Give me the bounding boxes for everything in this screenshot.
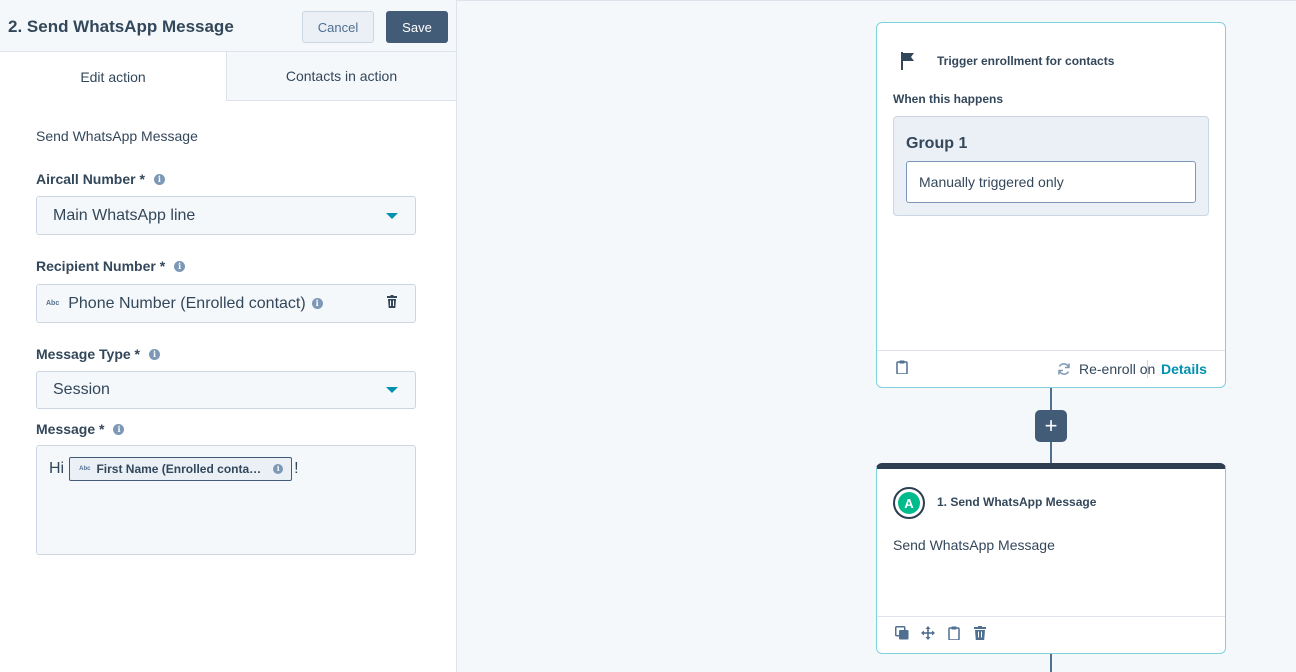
trigger-card-footer: Re-enroll on Details xyxy=(877,350,1225,387)
connector-line xyxy=(1050,442,1052,463)
message-type-dropdown[interactable]: Session xyxy=(36,371,416,409)
info-icon[interactable]: i xyxy=(149,348,161,360)
clipboard-icon[interactable] xyxy=(895,360,909,374)
recipient-number-field[interactable]: Abc Phone Number (Enrolled contact) i xyxy=(36,284,416,323)
text-type-icon: Abc xyxy=(46,300,60,307)
message-type-label: Message Type * i xyxy=(36,346,161,362)
connector-line xyxy=(1050,388,1052,410)
recipient-number-value: Phone Number (Enrolled contact) xyxy=(68,294,306,312)
tab-edit-action[interactable]: Edit action xyxy=(0,52,227,101)
action-card[interactable]: A 1. Send WhatsApp Message Send WhatsApp… xyxy=(876,463,1226,654)
message-suffix: ! xyxy=(294,460,299,477)
info-icon[interactable]: i xyxy=(311,298,323,309)
info-icon[interactable]: i xyxy=(174,260,186,272)
info-icon[interactable]: i xyxy=(153,173,165,185)
flag-icon xyxy=(901,52,914,70)
when-this-happens-label: When this happens xyxy=(893,92,1004,106)
details-link[interactable]: Details xyxy=(1161,361,1207,377)
aircall-logo-icon: A xyxy=(893,487,925,519)
recipient-number-label-text: Recipient Number * xyxy=(36,258,166,274)
chevron-down-icon xyxy=(386,212,398,219)
message-type-value: Session xyxy=(53,381,110,398)
trash-icon[interactable] xyxy=(973,626,987,640)
message-label-text: Message * xyxy=(36,421,105,437)
panel-header: 2. Send WhatsApp Message Cancel Save xyxy=(0,0,456,52)
info-icon[interactable]: i xyxy=(273,464,284,474)
clipboard-icon[interactable] xyxy=(947,626,961,640)
connector-line xyxy=(1050,654,1052,672)
filter-group: Group 1 Manually triggered only xyxy=(893,116,1209,216)
workflow-canvas: Trigger enrollment for contacts When thi… xyxy=(457,0,1296,672)
info-icon[interactable]: i xyxy=(113,423,125,435)
aircall-number-label: Aircall Number * i xyxy=(36,171,165,187)
trigger-title: Trigger enrollment for contacts xyxy=(937,54,1115,68)
aircall-number-value: Main WhatsApp line xyxy=(53,206,196,224)
message-label: Message * i xyxy=(36,421,125,437)
cancel-button[interactable]: Cancel xyxy=(302,11,374,43)
refresh-icon xyxy=(1058,363,1070,375)
reenroll-status[interactable]: Re-enroll on xyxy=(1057,361,1155,377)
panel-tabs: Edit action Contacts in action xyxy=(0,52,456,101)
footer-divider xyxy=(1147,360,1148,378)
personalization-token[interactable]: Abc First Name (Enrolled conta… i xyxy=(69,457,293,481)
tab-contacts-in-action[interactable]: Contacts in action xyxy=(227,52,456,101)
trigger-card[interactable]: Trigger enrollment for contacts When thi… xyxy=(876,22,1226,388)
action-description: Send WhatsApp Message xyxy=(893,537,1055,553)
copy-icon[interactable] xyxy=(895,626,909,640)
add-action-button[interactable]: + xyxy=(1035,410,1067,442)
aircall-number-label-text: Aircall Number * xyxy=(36,171,145,187)
text-type-icon: Abc xyxy=(79,466,91,472)
filter-condition[interactable]: Manually triggered only xyxy=(906,161,1196,203)
message-editor[interactable]: Hi Abc First Name (Enrolled conta… i ! xyxy=(36,445,416,555)
action-description: Send WhatsApp Message xyxy=(36,128,198,144)
reenroll-label: Re-enroll on xyxy=(1079,361,1156,377)
chevron-down-icon xyxy=(386,387,398,393)
token-label: First Name (Enrolled conta… xyxy=(96,462,262,476)
action-title: 1. Send WhatsApp Message xyxy=(937,495,1097,509)
aircall-number-dropdown[interactable]: Main WhatsApp line xyxy=(36,196,416,235)
panel-title: 2. Send WhatsApp Message xyxy=(8,17,234,36)
action-card-footer xyxy=(877,616,1225,653)
message-type-label-text: Message Type * xyxy=(36,346,141,362)
aircall-logo-mark: A xyxy=(898,492,920,514)
save-button[interactable]: Save xyxy=(386,11,448,43)
recipient-number-label: Recipient Number * i xyxy=(36,258,186,274)
group-title: Group 1 xyxy=(906,135,968,152)
trash-icon[interactable] xyxy=(387,295,397,308)
edit-action-panel: 2. Send WhatsApp Message Cancel Save Edi… xyxy=(0,0,457,672)
message-content: Hi Abc First Name (Enrolled conta… i ! xyxy=(49,457,299,481)
message-prefix: Hi xyxy=(49,460,65,477)
move-icon[interactable] xyxy=(921,626,935,640)
